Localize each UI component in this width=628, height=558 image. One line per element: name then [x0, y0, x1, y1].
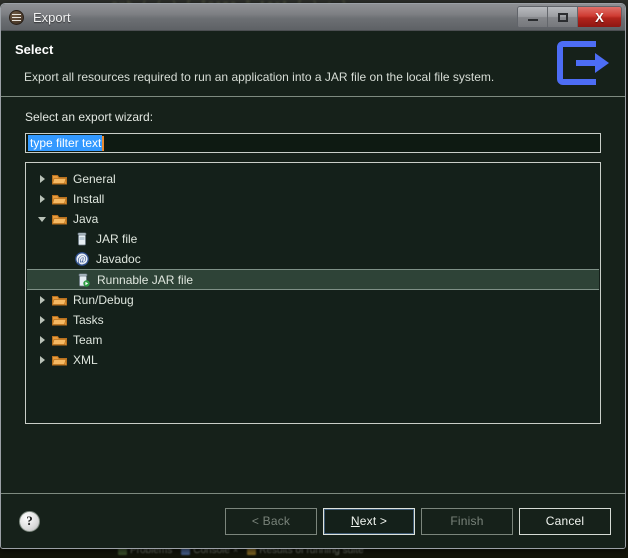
tree-item-label: Tasks	[73, 313, 104, 327]
finish-button[interactable]: Finish	[421, 507, 513, 535]
export-wizard-tree[interactable]: General Install Java JAR file @ Javadoc …	[25, 162, 601, 424]
folder-icon	[50, 173, 68, 186]
text-caret	[102, 135, 105, 151]
chevron-right-icon[interactable]	[34, 356, 50, 364]
dialog-titlebar[interactable]: Export X	[1, 4, 625, 31]
tree-item-label: XML	[73, 353, 98, 367]
select-wizard-label: Select an export wizard:	[25, 110, 154, 124]
chevron-right-icon[interactable]	[34, 175, 50, 183]
tree-item-label: JAR file	[96, 232, 138, 246]
chevron-down-icon[interactable]	[34, 216, 50, 222]
svg-text:@: @	[77, 254, 86, 265]
eclipse-export-icon	[9, 9, 24, 25]
page-title: Select	[15, 42, 54, 57]
tree-item-label: Team	[73, 333, 103, 347]
dialog-body: Select an export wizard: type filter tex…	[1, 97, 625, 496]
export-dialog: Export X Select Export all resources req…	[0, 3, 626, 549]
jar-file-icon	[73, 232, 91, 246]
wizard-buttons: < Back Next > Finish Cancel	[225, 507, 611, 535]
window-title: Export	[33, 9, 71, 25]
maximize-button[interactable]	[548, 7, 578, 27]
tree-item-team[interactable]: Team	[26, 330, 600, 350]
tree-item-jar-file[interactable]: JAR file	[26, 229, 600, 249]
folder-icon	[50, 294, 68, 307]
tree-item-install[interactable]: Install	[26, 189, 600, 209]
minimize-icon	[527, 19, 538, 21]
tree-item-general[interactable]: General	[26, 169, 600, 189]
folder-icon	[50, 354, 68, 367]
tree-item-runnable-jar-file[interactable]: Runnable JAR file	[27, 269, 599, 290]
maximize-icon	[557, 12, 568, 22]
next-button[interactable]: Next >	[323, 507, 415, 535]
folder-icon	[50, 193, 68, 206]
folder-icon	[50, 213, 68, 226]
chevron-right-icon[interactable]	[34, 316, 50, 324]
tree-item-label: Java	[73, 212, 99, 226]
close-icon: X	[595, 9, 604, 25]
chevron-right-icon[interactable]	[34, 336, 50, 344]
runnable-jar-icon	[74, 273, 92, 287]
tree-item-label: Javadoc	[96, 252, 141, 266]
tree-item-label: Runnable JAR file	[97, 272, 194, 287]
filter-input[interactable]: type filter text	[25, 133, 601, 153]
filter-input-value: type filter text	[28, 135, 103, 151]
tree-item-label: General	[73, 172, 116, 186]
tree-item-xml[interactable]: XML	[26, 350, 600, 370]
export-arrow-icon	[557, 41, 609, 85]
folder-icon	[50, 334, 68, 347]
folder-icon	[50, 314, 68, 327]
dialog-button-bar: ? < Back Next > Finish Cancel	[1, 493, 625, 548]
javadoc-icon: @	[73, 252, 91, 266]
tree-item-label: Install	[73, 192, 105, 206]
minimize-button[interactable]	[518, 7, 548, 27]
tree-item-java[interactable]: Java	[26, 209, 600, 229]
dialog-header: Select Export all resources required to …	[1, 31, 625, 97]
question-mark-icon[interactable]: ?	[19, 510, 40, 532]
window-controls: X	[517, 6, 622, 28]
tree-item-run-debug[interactable]: Run/Debug	[26, 290, 600, 310]
close-button[interactable]: X	[578, 7, 621, 27]
chevron-right-icon[interactable]	[34, 296, 50, 304]
page-description: Export all resources required to run an …	[24, 70, 495, 84]
tree-item-javadoc[interactable]: @ Javadoc	[26, 249, 600, 269]
tree-item-label: Run/Debug	[73, 293, 134, 307]
cancel-button[interactable]: Cancel	[519, 507, 611, 535]
back-button[interactable]: < Back	[225, 507, 317, 535]
chevron-right-icon[interactable]	[34, 195, 50, 203]
tree-item-tasks[interactable]: Tasks	[26, 310, 600, 330]
